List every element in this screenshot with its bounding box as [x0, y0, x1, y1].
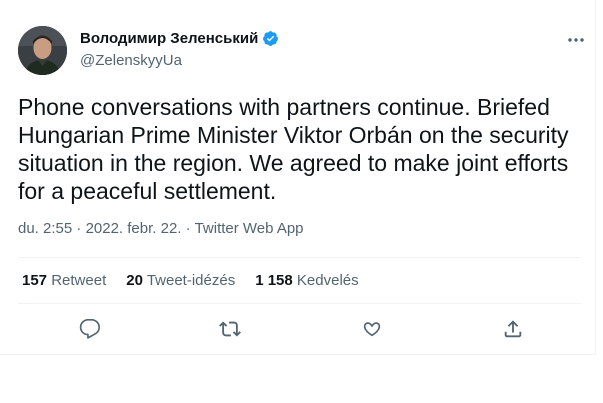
retweets-stat[interactable]: 157 Retweet — [22, 272, 106, 289]
more-options-icon[interactable] — [566, 32, 586, 42]
tweet-card: Володимир Зеленський @ZelenskyyUa Phone … — [0, 0, 596, 355]
display-name[interactable]: Володимир Зеленський — [80, 30, 258, 47]
likes-count: 1 158 — [255, 272, 293, 289]
divider — [18, 303, 581, 304]
share-icon[interactable] — [502, 318, 524, 340]
quotes-label: Tweet-idézés — [146, 272, 236, 289]
verified-badge-icon — [262, 30, 279, 47]
likes-label: Kedvelés — [296, 272, 359, 289]
engagement-stats: 157 Retweet 20 Tweet-idézés 1 158 Kedvel… — [22, 272, 359, 289]
tweet-text: Phone conversations with partners contin… — [18, 94, 569, 204]
tweet-time[interactable]: du. 2:55 — [18, 220, 72, 237]
retweets-label: Retweet — [51, 272, 107, 289]
tweet-meta: du. 2:55 · 2022. febr. 22. · Twitter Web… — [18, 220, 304, 237]
tweet-date[interactable]: 2022. febr. 22. — [86, 220, 182, 237]
retweet-icon[interactable] — [219, 318, 241, 340]
action-bar — [0, 318, 596, 344]
author-name-row[interactable]: Володимир Зеленський — [80, 30, 279, 47]
retweets-count: 157 — [22, 272, 48, 289]
avatar[interactable] — [18, 26, 67, 75]
divider — [18, 257, 581, 258]
meta-separator: · — [185, 220, 191, 237]
quotes-count: 20 — [126, 272, 143, 289]
tweet-source[interactable]: Twitter Web App — [195, 220, 304, 237]
author-handle[interactable]: @ZelenskyyUa — [80, 52, 182, 69]
reply-icon[interactable] — [79, 318, 101, 340]
likes-stat[interactable]: 1 158 Kedvelés — [255, 272, 358, 289]
like-icon[interactable] — [361, 318, 383, 340]
meta-separator: · — [76, 220, 82, 237]
quotes-stat[interactable]: 20 Tweet-idézés — [126, 272, 235, 289]
